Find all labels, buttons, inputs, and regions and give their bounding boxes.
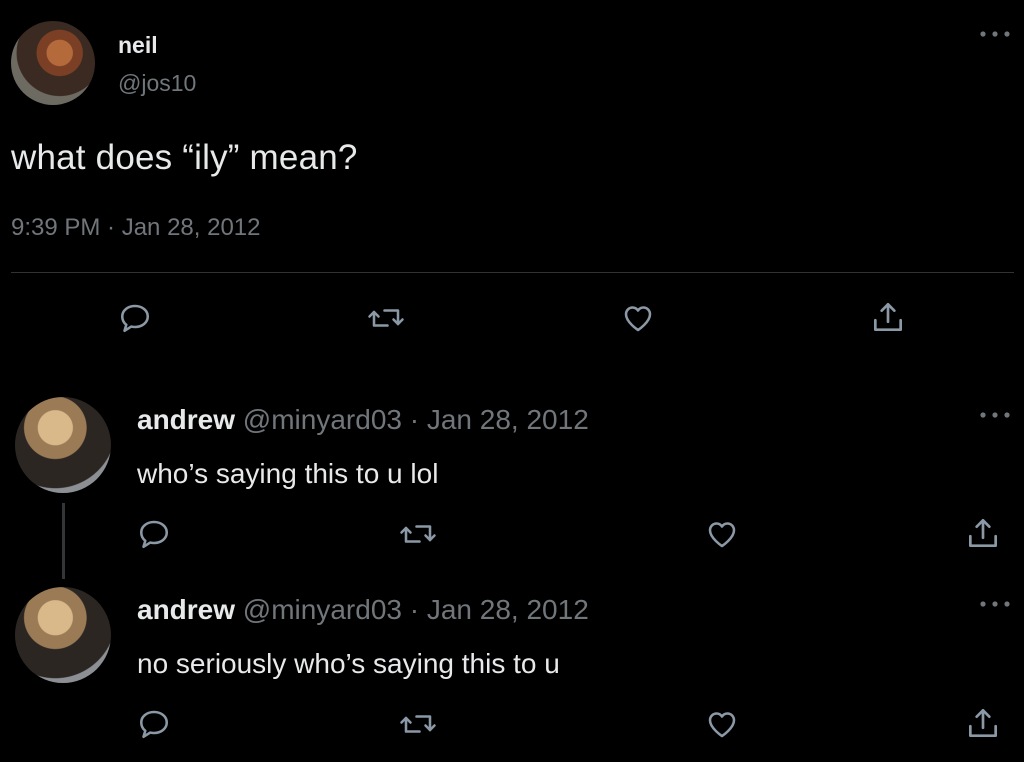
thread-connector-line (62, 503, 65, 579)
reply-avatar[interactable] (15, 587, 111, 683)
reply-meta: @minyard03 · Jan 28, 2012 (235, 404, 589, 435)
more-options-icon[interactable] (976, 592, 1014, 616)
share-icon[interactable] (869, 298, 907, 336)
reply-header: andrew @minyard03 · Jan 28, 2012 (137, 594, 589, 626)
reply-text: who’s saying this to u lol (137, 458, 439, 489)
reply-author-name[interactable]: andrew (137, 404, 235, 435)
reply-text: no seriously who’s saying this to u (137, 648, 560, 679)
reply-author-name[interactable]: andrew (137, 594, 235, 625)
reply-meta: @minyard03 · Jan 28, 2012 (235, 594, 589, 625)
like-icon[interactable] (619, 300, 657, 336)
author-avatar[interactable] (11, 21, 95, 105)
share-icon[interactable] (964, 704, 1002, 742)
divider (11, 272, 1014, 273)
tweet-text: what does “ily” mean? (11, 138, 358, 177)
retweet-icon[interactable] (366, 300, 406, 336)
reply-avatar[interactable] (15, 397, 111, 493)
reply-icon[interactable] (136, 516, 172, 552)
author-handle[interactable]: @jos10 (118, 70, 196, 97)
more-options-icon[interactable] (976, 403, 1014, 427)
tweet-timestamp[interactable]: 9:39 PM · Jan 28, 2012 (11, 214, 261, 242)
retweet-icon[interactable] (398, 706, 438, 742)
reply-icon[interactable] (117, 300, 153, 336)
reply-icon[interactable] (136, 706, 172, 742)
like-icon[interactable] (703, 516, 741, 552)
retweet-icon[interactable] (398, 516, 438, 552)
share-icon[interactable] (964, 514, 1002, 552)
author-display-name[interactable]: neil (118, 32, 158, 59)
reply-header: andrew @minyard03 · Jan 28, 2012 (137, 404, 589, 436)
more-options-icon[interactable] (976, 22, 1014, 46)
like-icon[interactable] (703, 706, 741, 742)
